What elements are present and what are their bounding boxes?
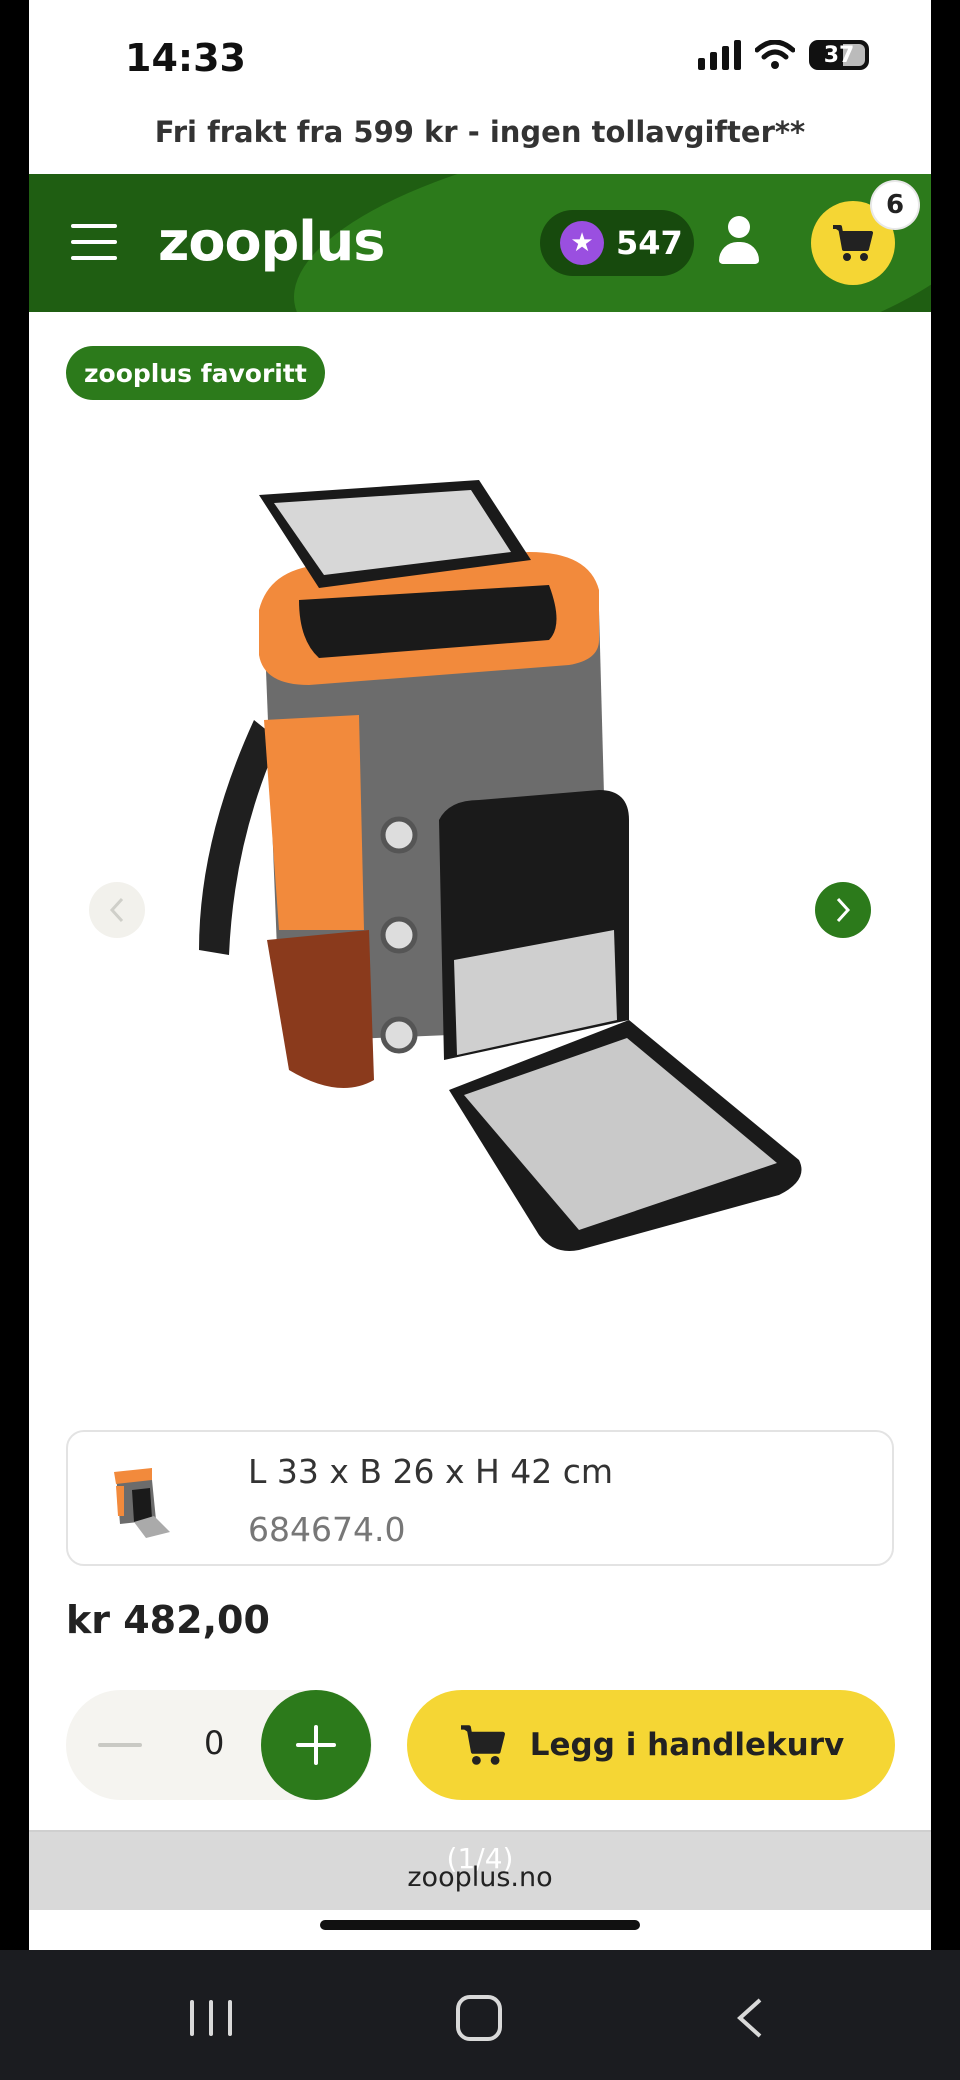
product-price: kr 482,00 — [66, 1598, 270, 1642]
cart-icon — [833, 225, 873, 261]
add-to-cart-label: Legg i handlekurv — [529, 1727, 845, 1763]
points-value: 547 — [616, 224, 683, 262]
status-bar: 14:33 37 — [29, 0, 931, 110]
wifi-icon — [755, 40, 795, 69]
image-prev-button[interactable] — [89, 882, 145, 938]
add-to-cart-button[interactable]: Legg i handlekurv — [407, 1690, 895, 1800]
chevron-right-icon — [836, 897, 851, 923]
favorite-badge: zooplus favoritt — [66, 346, 325, 400]
variant-sku: 684674.0 — [248, 1510, 406, 1549]
recents-icon[interactable] — [190, 2000, 232, 2036]
variant-selector[interactable]: L 33 x B 26 x H 42 cm 684674.0 — [66, 1430, 894, 1566]
variant-thumbnail — [114, 1468, 170, 1538]
status-time: 14:33 — [125, 36, 246, 80]
home-icon[interactable] — [456, 1995, 502, 2041]
signal-icon — [698, 40, 741, 70]
star-icon: ★ — [560, 221, 604, 265]
url-text: zooplus.no — [407, 1862, 553, 1893]
minus-icon[interactable] — [98, 1743, 142, 1747]
battery-icon: 37 — [809, 40, 869, 70]
android-nav-bar — [0, 1950, 960, 2080]
cart-count-badge: 6 — [872, 182, 918, 228]
zooplus-logo[interactable]: zooplus — [158, 210, 385, 273]
menu-icon[interactable] — [71, 224, 117, 260]
home-indicator[interactable] — [320, 1920, 640, 1930]
chevron-left-icon — [109, 897, 124, 923]
points-badge[interactable]: ★ 547 — [540, 210, 694, 276]
back-icon[interactable] — [730, 1996, 770, 2040]
variant-size: L 33 x B 26 x H 42 cm — [248, 1452, 614, 1491]
product-image[interactable] — [159, 460, 839, 1260]
status-icons: 37 — [698, 40, 869, 70]
cart-icon — [460, 1725, 505, 1765]
quantity-value[interactable]: 0 — [204, 1724, 224, 1762]
user-icon[interactable] — [717, 216, 761, 266]
battery-level: 37 — [823, 42, 855, 68]
image-next-button[interactable] — [815, 882, 871, 938]
plus-icon[interactable] — [261, 1690, 371, 1800]
app-screen: 14:33 37 Fri frakt fra 599 kr - ingen to… — [29, 0, 931, 1950]
browser-url-bar[interactable]: (1/4) zooplus.no — [29, 1830, 931, 1910]
site-header: zooplus ★ 547 6 — [29, 174, 931, 312]
promo-banner[interactable]: Fri frakt fra 599 kr - ingen tollavgifte… — [29, 115, 931, 149]
